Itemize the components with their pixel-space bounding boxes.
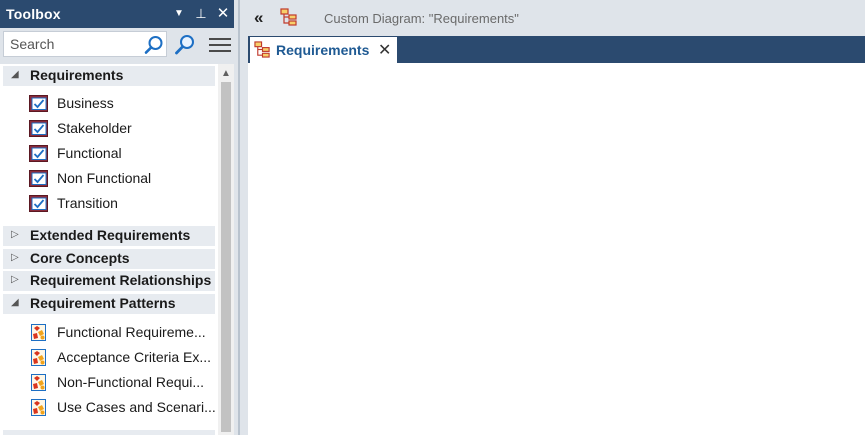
item-label: Functional — [57, 145, 122, 161]
diagram-canvas[interactable] — [248, 63, 865, 435]
category-label: Requirement Patterns — [30, 295, 176, 311]
tab-requirements[interactable]: Requirements ✕ — [250, 37, 397, 63]
item-label: Non-Functional Requi... — [57, 374, 205, 390]
expanded-arrow-icon: ◢ — [11, 297, 19, 308]
category-requirement-patterns[interactable]: ◢ Requirement Patterns — [3, 294, 215, 314]
toolbox-list: ◢ Requirements Business Stakeholder Func… — [0, 64, 218, 435]
pin-icon[interactable]: ⊥ — [192, 4, 210, 24]
splitter-line — [238, 0, 240, 435]
expanded-arrow-icon: ◢ — [11, 69, 19, 80]
close-tab-icon[interactable]: ✕ — [378, 40, 391, 60]
collapsed-arrow-icon: ▷ — [11, 229, 19, 240]
search-icon[interactable] — [144, 35, 164, 55]
pattern-icon — [31, 374, 46, 391]
collapse-panel-icon[interactable]: « — [254, 8, 263, 28]
find-icon[interactable] — [174, 34, 196, 56]
requirement-icon — [29, 145, 48, 162]
collapsed-arrow-icon: ▷ — [11, 274, 19, 285]
toolbox-item-use-cases-pattern[interactable]: Use Cases and Scenari... — [0, 396, 218, 420]
requirement-icon — [29, 120, 48, 137]
item-label: Transition — [57, 195, 118, 211]
category-core-concepts[interactable]: ▷ Core Concepts — [3, 249, 215, 269]
pattern-icon — [31, 349, 46, 366]
toolbox-panel: Toolbox ▼ ⊥ ✕ ◢ Requirements — [0, 0, 240, 435]
item-label: Functional Requireme... — [57, 324, 206, 340]
item-label: Stakeholder — [57, 120, 132, 136]
toolbox-item-stakeholder[interactable]: Stakeholder — [0, 117, 218, 141]
category-extended-requirements[interactable]: ▷ Extended Requirements — [3, 226, 215, 246]
toolbox-title: Toolbox — [6, 6, 61, 22]
requirement-icon — [29, 195, 48, 212]
category-label: Requirements — [30, 67, 124, 83]
toolbox-search-bar — [0, 28, 240, 64]
pattern-icon — [31, 324, 46, 341]
category-next-partial — [3, 430, 215, 435]
requirement-icon — [29, 95, 48, 112]
category-requirement-relationships[interactable]: ▷ Requirement Relationships — [3, 271, 215, 291]
scroll-thumb[interactable] — [221, 82, 231, 432]
diagram-icon[interactable] — [280, 8, 298, 26]
toolbox-item-functional[interactable]: Functional — [0, 142, 218, 166]
collapsed-arrow-icon: ▷ — [11, 252, 19, 263]
panel-splitter[interactable] — [234, 0, 248, 435]
scroll-up-icon[interactable]: ▲ — [221, 68, 231, 79]
pattern-icon — [31, 399, 46, 416]
requirement-icon — [29, 170, 48, 187]
item-label: Business — [57, 95, 114, 111]
category-label: Extended Requirements — [30, 227, 191, 243]
tab-label: Requirements — [276, 42, 370, 58]
close-icon[interactable]: ✕ — [214, 4, 232, 24]
item-label: Non Functional — [57, 170, 152, 186]
toolbox-scrollbar[interactable]: ▲ — [218, 64, 234, 435]
document-tabstrip: Requirements ✕ — [248, 36, 865, 63]
diagram-icon — [254, 41, 270, 58]
toolbox-item-functional-requirements-pattern[interactable]: Functional Requireme... — [0, 321, 218, 345]
diagram-title: Custom Diagram: "Requirements" — [324, 11, 519, 26]
toolbox-header: Toolbox ▼ ⊥ ✕ — [0, 0, 240, 28]
toolbox-item-acceptance-criteria-pattern[interactable]: Acceptance Criteria Ex... — [0, 346, 218, 370]
search-box — [3, 31, 167, 57]
menu-icon[interactable] — [208, 35, 232, 55]
document-header: « Custom Diagram: "Requirements" — [248, 0, 865, 36]
toolbox-item-non-functional-requirements-pattern[interactable]: Non-Functional Requi... — [0, 371, 218, 395]
toolbox-item-business[interactable]: Business — [0, 92, 218, 116]
search-input[interactable] — [10, 35, 138, 53]
category-label: Core Concepts — [30, 250, 130, 266]
item-label: Acceptance Criteria Ex... — [57, 349, 212, 365]
toolbox-item-non-functional[interactable]: Non Functional — [0, 167, 218, 191]
toolbox-item-transition[interactable]: Transition — [0, 192, 218, 216]
dropdown-icon[interactable]: ▼ — [170, 4, 188, 24]
item-label: Use Cases and Scenari... — [57, 399, 216, 415]
category-requirements[interactable]: ◢ Requirements — [3, 66, 215, 86]
category-label: Requirement Relationships — [30, 272, 212, 288]
